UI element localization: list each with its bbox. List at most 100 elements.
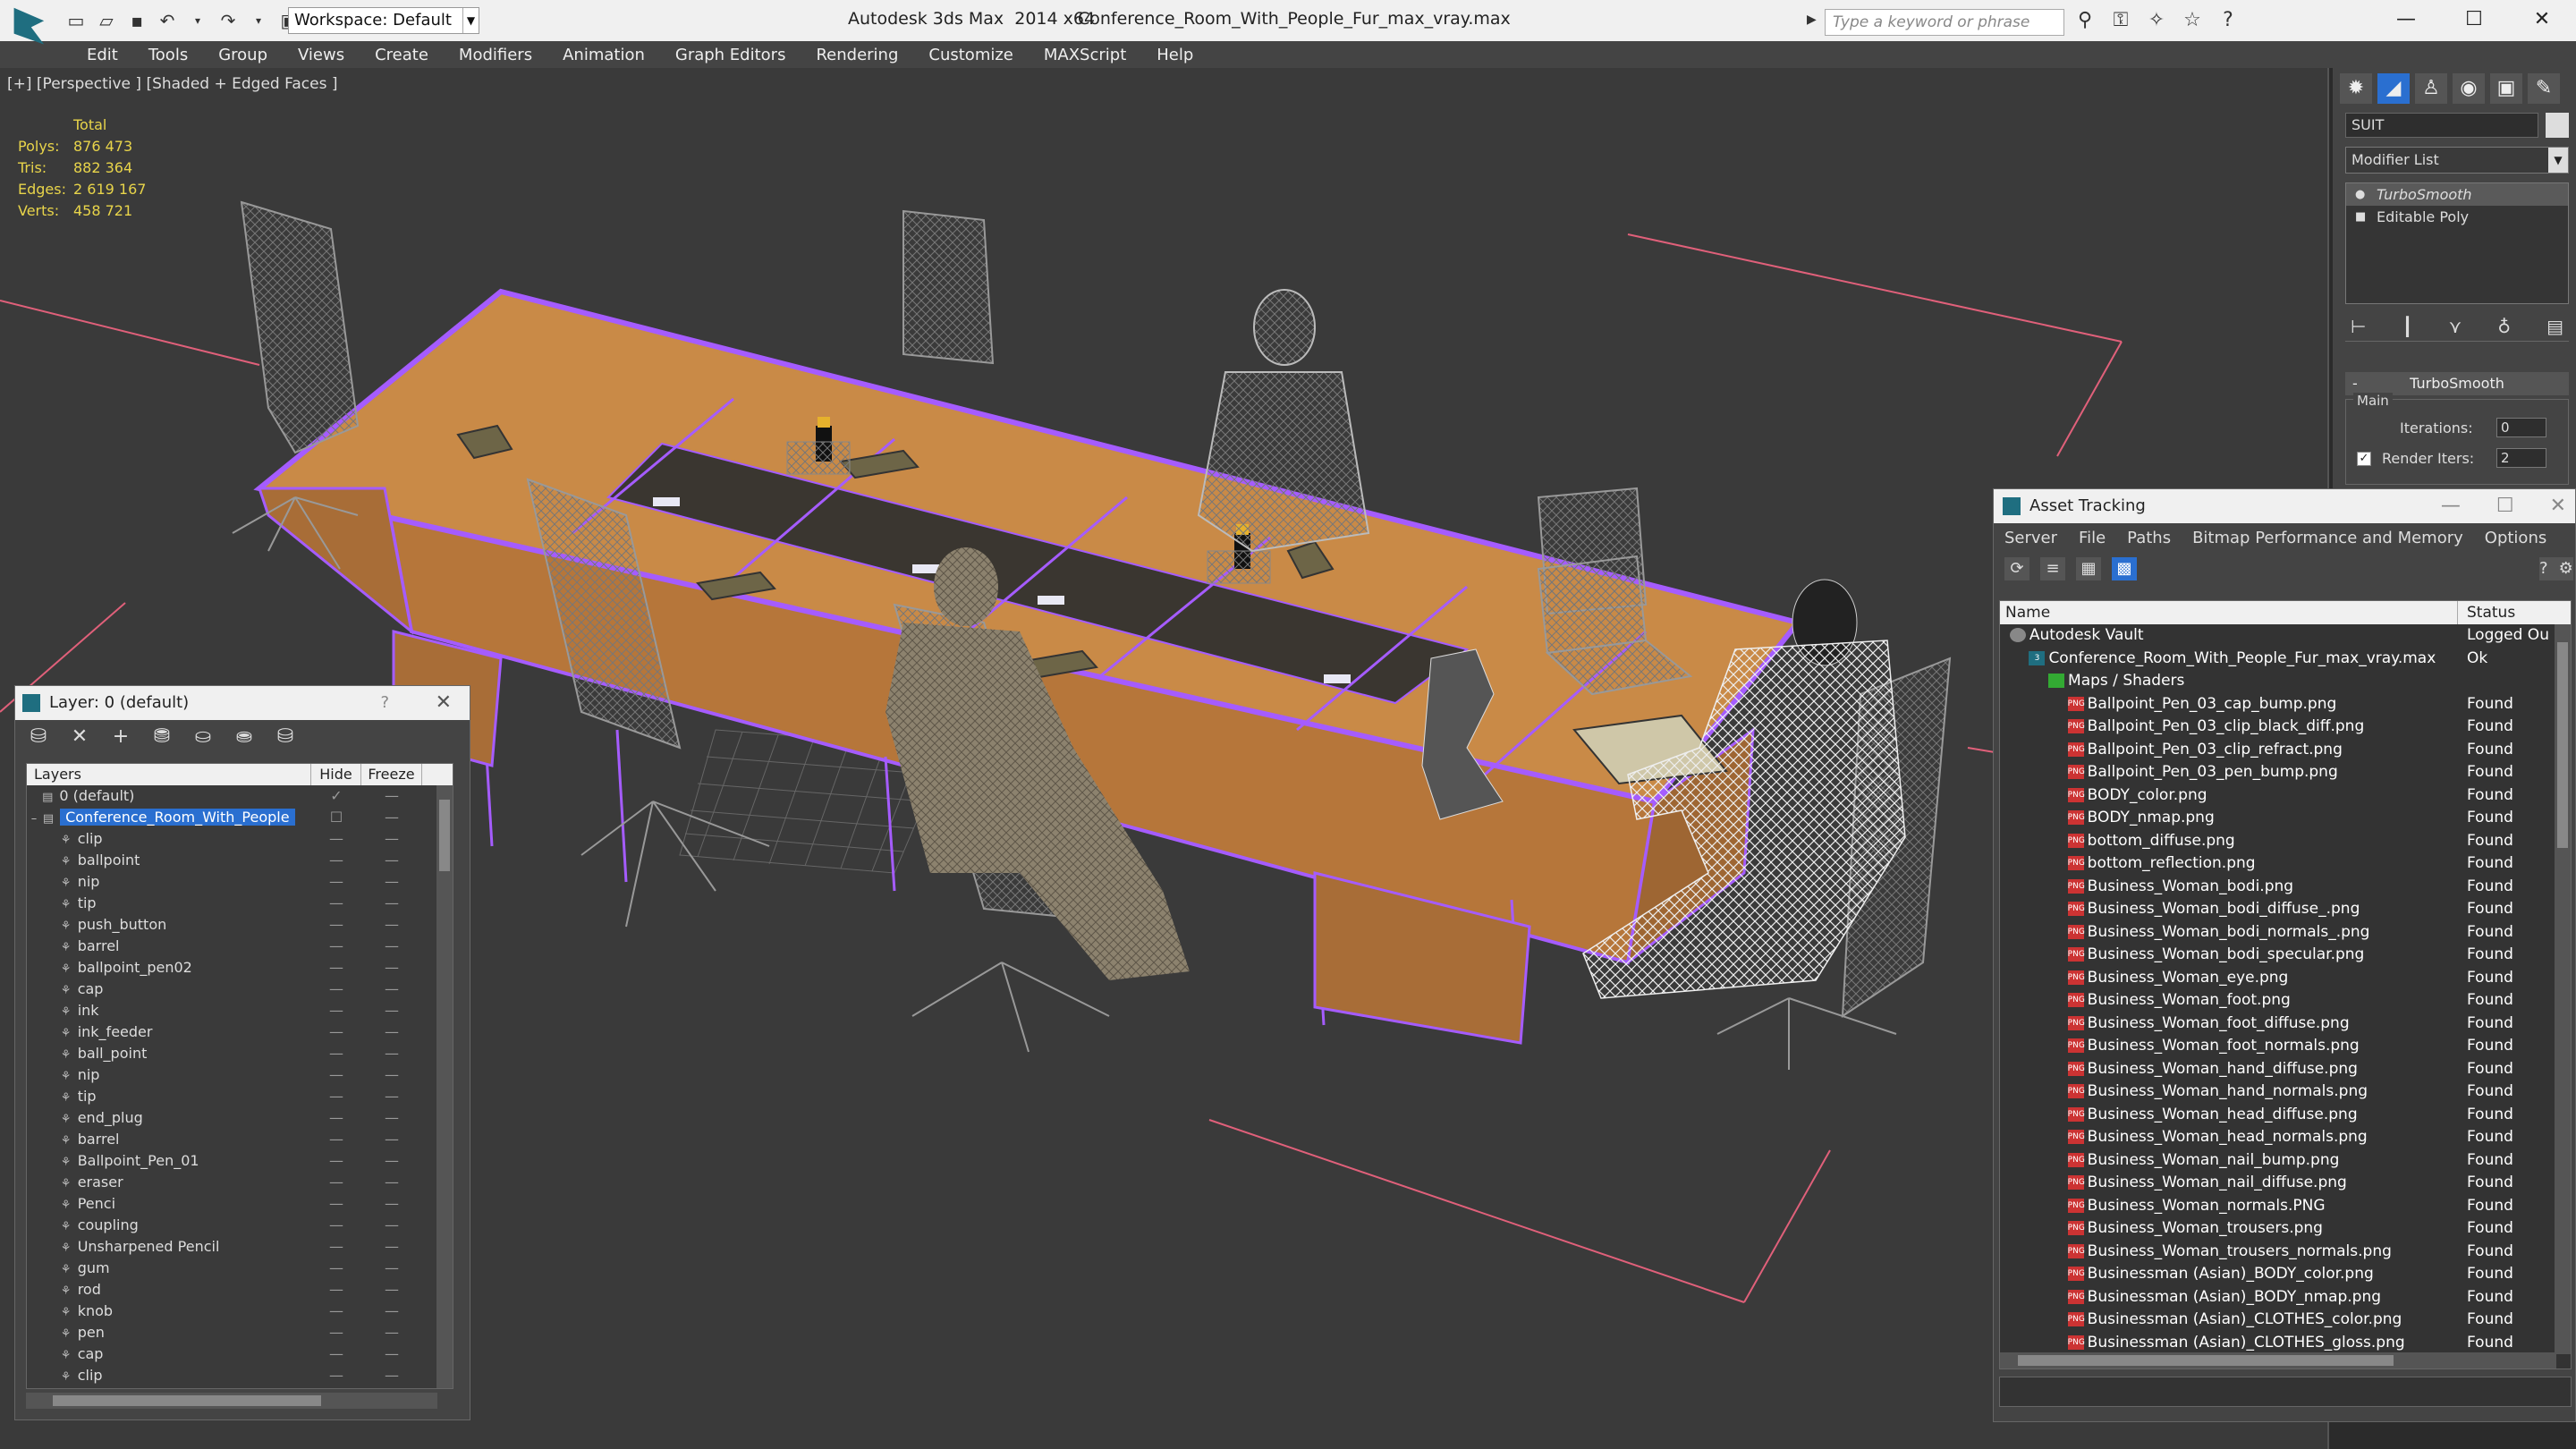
asset-menu-options[interactable]: Options: [2474, 523, 2557, 554]
freeze-toggle[interactable]: —: [361, 828, 422, 850]
collapse-icon[interactable]: –: [27, 809, 41, 828]
close-icon[interactable]: ✕: [2550, 489, 2566, 523]
asset-map-row[interactable]: PNG Ballpoint_Pen_03_clip_black_diff.png F…: [2000, 716, 2571, 739]
freeze-toggle[interactable]: —: [361, 1301, 422, 1322]
freeze-toggle[interactable]: —: [361, 1258, 422, 1279]
asset-row-maps-shaders[interactable]: Maps / Shaders: [2000, 670, 2571, 693]
asset-map-row[interactable]: PNG Ballpoint_Pen_03_clip_refract.png Foun…: [2000, 739, 2571, 762]
hide-toggle[interactable]: —: [311, 1021, 361, 1043]
layer-object-row[interactable]: ⚘ tip — —: [27, 893, 453, 914]
display-tab-icon[interactable]: ▣: [2490, 73, 2522, 104]
layer-object-row[interactable]: ⚘ cap — —: [27, 979, 453, 1000]
menu-maxscript[interactable]: MAXScript: [1029, 41, 1141, 68]
hide-toggle[interactable]: ☐: [311, 807, 361, 828]
freeze-toggle[interactable]: —: [361, 807, 422, 828]
iterations-spinner[interactable]: 0: [2496, 418, 2546, 437]
menu-views[interactable]: Views: [283, 41, 360, 68]
stack-item-turbosmooth[interactable]: ● TurboSmooth: [2346, 183, 2568, 206]
add-to-layer-icon[interactable]: +: [108, 725, 133, 750]
hide-toggle[interactable]: —: [311, 1301, 361, 1322]
lightbulb-icon[interactable]: ●: [2355, 188, 2365, 201]
stack-item-editable-poly[interactable]: ■ Editable Poly: [2346, 206, 2568, 228]
table-view-icon[interactable]: ▩: [2112, 557, 2137, 580]
asset-map-row[interactable]: PNG Business_Woman_bodi.png Found: [2000, 876, 2571, 899]
new-file-icon[interactable]: ▭: [63, 7, 89, 34]
freeze-toggle[interactable]: —: [361, 1043, 422, 1064]
detail-view-icon[interactable]: ▦: [2076, 557, 2101, 580]
freeze-toggle[interactable]: —: [361, 1086, 422, 1107]
hide-toggle[interactable]: —: [311, 1064, 361, 1086]
freeze-toggle[interactable]: —: [361, 850, 422, 871]
layer-object-row[interactable]: ⚘ ballpoint_pen02— —: [27, 957, 453, 979]
help-icon[interactable]: ?: [2539, 557, 2548, 580]
hide-all-layers-icon[interactable]: ⛂: [232, 725, 257, 750]
configure-sets-icon[interactable]: ▤: [2546, 311, 2563, 341]
list-view-icon[interactable]: ≡: [2040, 557, 2065, 580]
viewport-label[interactable]: [+] [Perspective ] [Shaded + Edged Faces…: [7, 75, 337, 93]
hide-toggle[interactable]: —: [311, 1258, 361, 1279]
layer-manager-titlebar[interactable]: Layer: 0 (default) ? ✕: [15, 686, 470, 720]
create-tab-icon[interactable]: ✹: [2340, 73, 2372, 104]
freeze-toggle[interactable]: —: [361, 1365, 422, 1386]
asset-map-row[interactable]: PNG Business_Woman_head_diffuse.png Found: [2000, 1104, 2571, 1127]
column-hide[interactable]: Hide: [311, 764, 361, 785]
asset-map-row[interactable]: PNG Businessman (Asian)_BODY_nmap.png Foun…: [2000, 1286, 2571, 1309]
close-icon[interactable]: ✕: [2508, 0, 2576, 39]
scroll-thumb[interactable]: [439, 800, 450, 871]
maximize-icon[interactable]: ☐: [2440, 0, 2508, 39]
hide-toggle[interactable]: —: [311, 1322, 361, 1343]
undo-dropdown-icon[interactable]: ▾: [184, 7, 211, 34]
close-icon[interactable]: ✕: [436, 686, 452, 720]
scroll-thumb[interactable]: [53, 1395, 321, 1406]
layer-object-row[interactable]: ⚘ Penci — —: [27, 1193, 453, 1215]
asset-map-row[interactable]: PNG Business_Woman_eye.png Found: [2000, 967, 2571, 990]
show-end-result-icon[interactable]: ┃: [2402, 311, 2413, 341]
layer-object-row[interactable]: ⚘ pen — —: [27, 1322, 453, 1343]
asset-map-row[interactable]: PNG bottom_diffuse.png Found: [2000, 830, 2571, 853]
create-layer-icon[interactable]: ⛁: [26, 725, 51, 750]
settings-icon[interactable]: ⚙: [2558, 557, 2573, 580]
freeze-all-layers-icon[interactable]: ⛁: [273, 725, 298, 750]
asset-row-vault[interactable]: Autodesk Vault Logged Ou: [2000, 624, 2571, 648]
asset-menu-paths[interactable]: Paths: [2116, 523, 2182, 554]
refresh-icon[interactable]: ⟳: [2004, 557, 2029, 580]
app-logo-icon[interactable]: [13, 7, 45, 45]
layer-object-row[interactable]: ⚘ Ballpoint_Pen_01— —: [27, 1150, 453, 1172]
asset-map-row[interactable]: PNG Businessman (Asian)_BODY_color.png Fou…: [2000, 1263, 2571, 1286]
object-name-field[interactable]: SUIT: [2345, 113, 2538, 138]
hierarchy-tab-icon[interactable]: ♙: [2415, 73, 2447, 104]
freeze-toggle[interactable]: —: [361, 1236, 422, 1258]
select-in-layer-icon[interactable]: ⛃: [149, 725, 174, 750]
freeze-toggle[interactable]: —: [361, 936, 422, 957]
asset-map-row[interactable]: PNG Business_Woman_trousers.png Found: [2000, 1217, 2571, 1241]
freeze-toggle[interactable]: —: [361, 1193, 422, 1215]
freeze-toggle[interactable]: —: [361, 1129, 422, 1150]
layer-object-row[interactable]: ⚘ clip — —: [27, 1365, 453, 1386]
make-unique-icon[interactable]: ⋎: [2449, 311, 2462, 341]
asset-map-row[interactable]: PNG Business_Woman_nail_diffuse.png Found: [2000, 1172, 2571, 1195]
scroll-thumb[interactable]: [2557, 642, 2568, 848]
hide-toggle[interactable]: —: [311, 936, 361, 957]
column-layers[interactable]: Layers: [27, 764, 311, 785]
save-file-icon[interactable]: ▪: [123, 7, 150, 34]
layer-object-row[interactable]: ⚘ barrel — —: [27, 936, 453, 957]
search-input[interactable]: Type a keyword or phrase: [1825, 9, 2064, 36]
asset-map-row[interactable]: PNG Ballpoint_Pen_03_pen_bump.png Found: [2000, 761, 2571, 784]
layer-list-vscrollbar[interactable]: [436, 785, 453, 1388]
freeze-toggle[interactable]: —: [361, 1021, 422, 1043]
redo-icon[interactable]: ↷: [215, 7, 242, 34]
chevron-down-icon[interactable]: ▼: [462, 8, 479, 33]
column-status[interactable]: Status: [2458, 601, 2556, 624]
asset-menu-bitmap-performance[interactable]: Bitmap Performance and Memory: [2182, 523, 2474, 554]
hide-toggle[interactable]: —: [311, 828, 361, 850]
minimize-icon[interactable]: —: [2372, 0, 2440, 39]
render-iters-checkbox[interactable]: ✓: [2357, 452, 2371, 466]
layer-object-row[interactable]: ⚘ gum — —: [27, 1258, 453, 1279]
layer-object-row[interactable]: ⚘ knob — —: [27, 1301, 453, 1322]
layer-object-row[interactable]: ⚘ tip — —: [27, 1086, 453, 1107]
hide-toggle[interactable]: —: [311, 893, 361, 914]
pin-stack-icon[interactable]: ⊢: [2351, 311, 2366, 341]
binoculars-icon[interactable]: ⚲: [2072, 7, 2098, 34]
menu-tools[interactable]: Tools: [133, 41, 203, 68]
minimize-icon[interactable]: —: [2441, 489, 2461, 523]
